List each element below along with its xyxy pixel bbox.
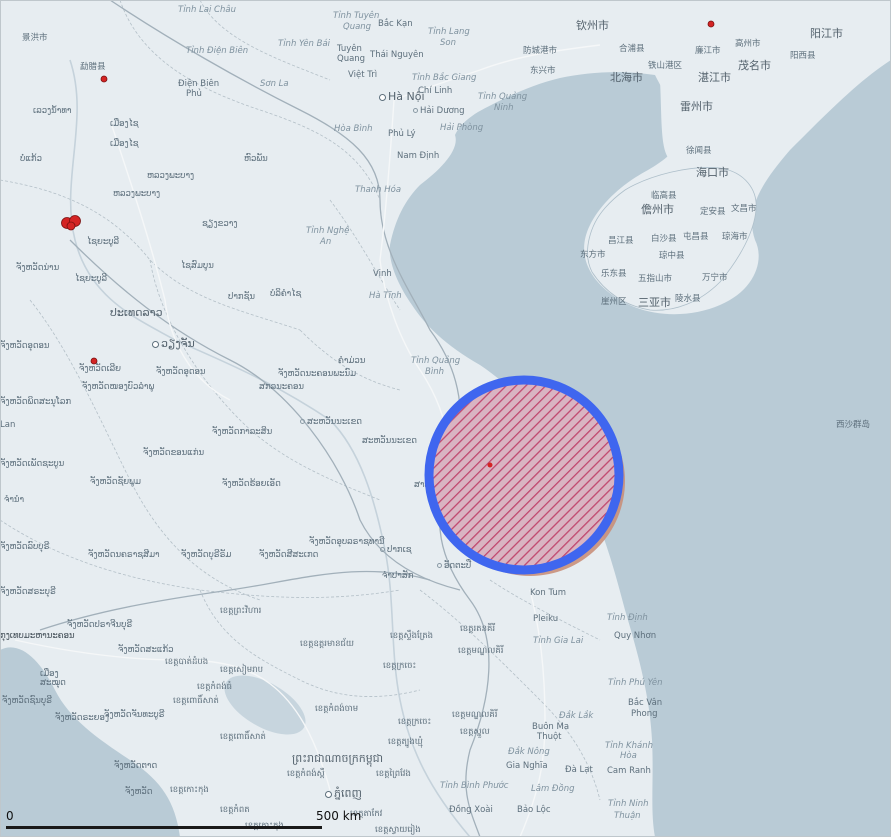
marker-layer <box>61 20 715 365</box>
map-view[interactable]: Tỉnh Lai Châu Tỉnh Tuyên Quang Bắc Kạn Tỉnh … <box>0 0 891 837</box>
location-marker[interactable] <box>100 75 108 83</box>
scale-zero-label: 0 <box>6 809 14 823</box>
scale-bar-line <box>6 826 322 829</box>
scale-max-label: 500 km <box>316 809 362 823</box>
buffer-circle[interactable] <box>424 375 624 575</box>
location-marker[interactable] <box>707 20 715 28</box>
cluster-marker[interactable] <box>66 221 76 231</box>
location-marker[interactable] <box>90 357 98 365</box>
center-point-marker[interactable] <box>487 462 493 468</box>
buffer-circle-group <box>424 375 625 576</box>
map-overlay <box>61 20 715 576</box>
scale-bar: 0 500 km <box>6 809 406 829</box>
